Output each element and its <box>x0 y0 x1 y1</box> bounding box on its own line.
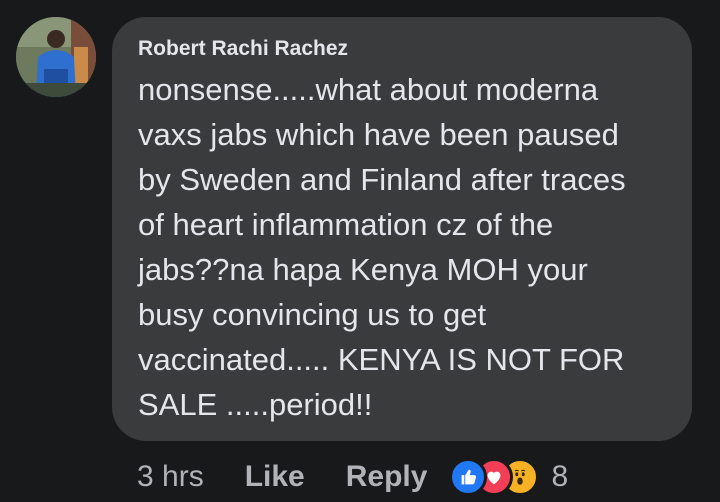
reaction-count: 8 <box>551 460 569 493</box>
avatar[interactable] <box>16 17 96 97</box>
reactions-summary[interactable]: 8 <box>449 458 568 496</box>
author-name[interactable]: Robert Rachi Rachez <box>138 37 348 61</box>
comment-actions: 3 hrs Like Reply 8 <box>137 455 568 499</box>
reply-button[interactable]: Reply <box>346 460 428 494</box>
avatar-photo <box>16 17 96 97</box>
comment-bubble: Robert Rachi Rachez nonsense.....what ab… <box>112 17 692 441</box>
like-button[interactable]: Like <box>245 460 305 494</box>
comment: Robert Rachi Rachez nonsense.....what ab… <box>0 0 720 502</box>
timestamp[interactable]: 3 hrs <box>137 460 204 494</box>
comment-text: nonsense.....what about moderna vaxs jab… <box>138 72 626 422</box>
